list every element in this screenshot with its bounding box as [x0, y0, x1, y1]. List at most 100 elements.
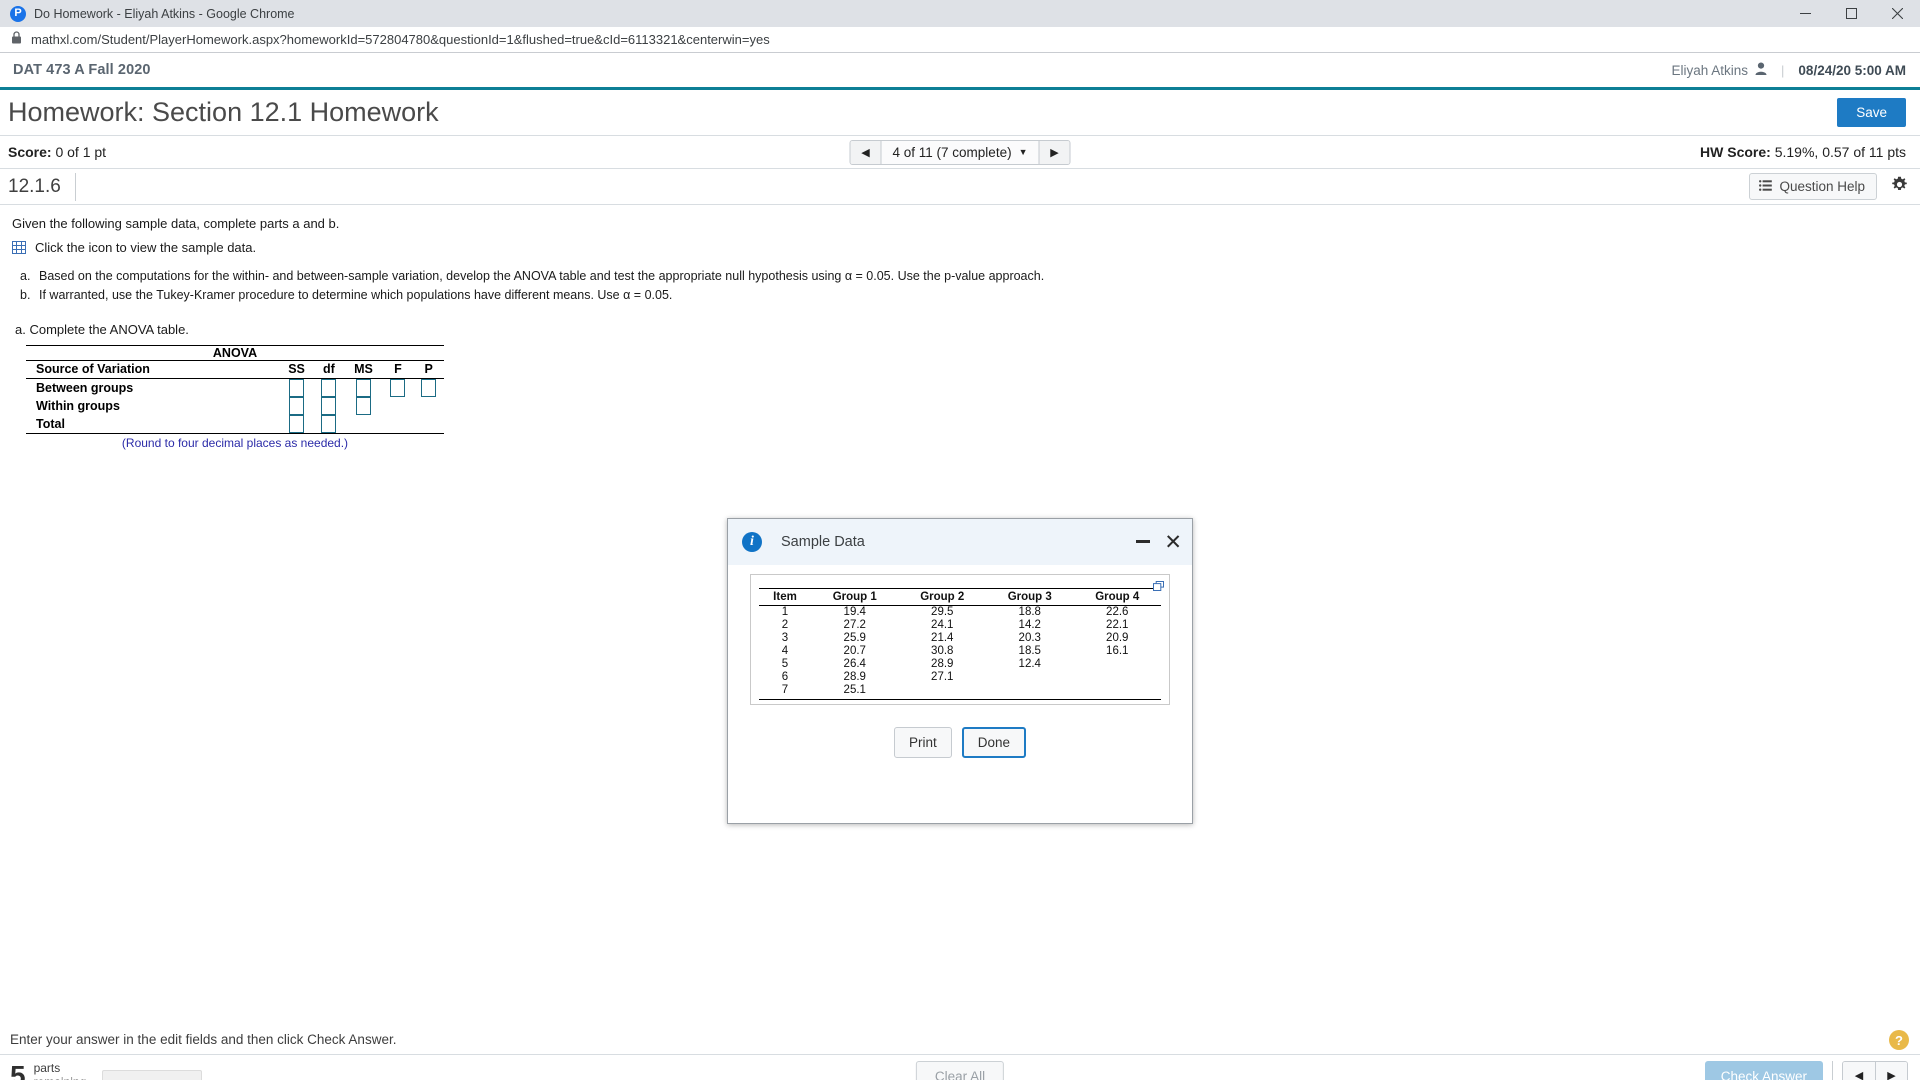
window-close-button[interactable] [1874, 0, 1920, 27]
dialog-titlebar: i Sample Data ✕ [728, 519, 1192, 565]
window-minimize-button[interactable] [1782, 0, 1828, 27]
cell-group4: 22.1 [1106, 619, 1129, 632]
table-row: Within groups [26, 396, 444, 415]
dialog-controls: ✕ [1136, 519, 1182, 565]
anova-cell-within-ms [344, 396, 382, 415]
anova-cell-total-p [413, 414, 444, 434]
answer-input-between-f[interactable] [390, 378, 406, 397]
sample-data-link-label[interactable]: Click the icon to view the sample data. [35, 240, 256, 255]
anova-cell-total-df [313, 414, 345, 434]
sample-data-link-row: Click the icon to view the sample data. [12, 240, 1908, 255]
close-icon[interactable]: ✕ [1164, 532, 1182, 553]
nav-next-button[interactable]: ▶ [1875, 1061, 1907, 1080]
question-number: 12.1.6 [8, 172, 76, 201]
question-mark-icon[interactable]: ? [1889, 1030, 1909, 1050]
question-body: Given the following sample data, complet… [0, 205, 1920, 450]
anova-cell-between-p [413, 378, 444, 397]
print-button[interactable]: Print [893, 727, 952, 759]
table-grid-icon[interactable] [12, 241, 26, 254]
browser-favicon: P [10, 5, 26, 22]
table-row: 3 25.9 21.4 20.3 20.9 [759, 632, 1161, 645]
table-row: 4 20.7 30.8 18.5 16.1 [759, 645, 1161, 658]
cell-group4 [1074, 658, 1162, 671]
nav-prev-button[interactable]: ◀ [1843, 1061, 1875, 1080]
cell-group2: 21.4 [931, 632, 954, 645]
parts-label-line1: parts [33, 1061, 61, 1076]
question-pager: ◀ 4 of 11 (7 complete) ▼ ▶ [849, 139, 1071, 165]
browser-address-bar[interactable]: mathxl.com/Student/PlayerHomework.aspx?h… [0, 27, 1920, 53]
url-text: mathxl.com/Student/PlayerHomework.aspx?h… [31, 32, 770, 47]
answer-input-total-ss[interactable] [289, 414, 305, 433]
cell-group1: 27.2 [843, 619, 866, 632]
cell-group1: 20.7 [843, 645, 866, 658]
answer-input-between-p[interactable] [421, 378, 437, 397]
question-help-button[interactable]: Question Help [1749, 173, 1877, 200]
cell-group4: 16.1 [1106, 645, 1129, 658]
progress-bar [102, 1069, 203, 1080]
table-row: 6 28.9 27.1 [759, 671, 1161, 684]
score-value: 0 of 1 pt [55, 144, 107, 160]
cell-item: 3 [781, 632, 789, 645]
lock-icon [11, 30, 22, 49]
answer-input-total-df[interactable] [321, 414, 337, 433]
gear-icon[interactable] [1891, 176, 1908, 198]
action-divider [1832, 1060, 1833, 1080]
anova-cell-total-ss [279, 414, 314, 434]
user-name[interactable]: Eliyah Atkins [1671, 63, 1748, 78]
cell-item: 5 [781, 658, 789, 671]
rounding-note: (Round to four decimal places as needed.… [121, 435, 349, 450]
action-bar: 5 parts remaining Clear All Check Answer… [0, 1055, 1920, 1080]
col-header-item: Item [759, 588, 811, 606]
anova-table: ANOVA Source of Variation SS df MS F P B… [26, 344, 444, 434]
answer-input-within-df[interactable] [321, 396, 337, 415]
anova-cell-total-f [382, 414, 414, 434]
answer-input-between-ms[interactable] [355, 378, 371, 397]
anova-cell-between-f [383, 378, 414, 397]
cell-group3: 18.8 [1018, 606, 1041, 619]
anova-table-wrapper: ANOVA Source of Variation SS df MS F P B… [26, 344, 444, 434]
app-header: DAT 473 A Fall 2020 Eliyah Atkins | 08/2… [0, 53, 1920, 90]
course-title: DAT 473 A Fall 2020 [13, 62, 151, 78]
cell-group3: 14.2 [1018, 619, 1041, 632]
cell-item: 2 [781, 619, 789, 632]
check-answer-button[interactable]: Check Answer [1704, 1060, 1823, 1080]
cell-group2: 30.8 [931, 645, 954, 658]
answer-input-within-ms[interactable] [355, 396, 371, 415]
browser-tab-title[interactable]: Do Homework - Eliyah Atkins - Google Chr… [34, 7, 295, 21]
cell-group1: 19.4 [843, 606, 866, 619]
answer-input-within-ss[interactable] [289, 396, 305, 415]
pager-prev-button[interactable]: ◀ [850, 140, 882, 164]
part-a-label: a. [20, 269, 31, 283]
list-icon [1759, 179, 1773, 194]
cell-group2: 28.9 [931, 658, 954, 671]
cell-group4: 20.9 [1106, 632, 1129, 645]
anova-cell-between-ss [279, 378, 313, 397]
window-maximize-button[interactable] [1828, 0, 1874, 27]
person-icon[interactable] [1755, 62, 1767, 78]
sample-data-dialog: i Sample Data ✕ Item Group 1 Group 2 Gro… [727, 518, 1193, 824]
pager-next-button[interactable]: ▶ [1038, 140, 1070, 164]
answer-input-between-df[interactable] [321, 378, 337, 397]
pager-dropdown[interactable]: 4 of 11 (7 complete) ▼ [881, 140, 1039, 164]
cell-group4: 22.6 [1106, 606, 1129, 619]
done-button[interactable]: Done [961, 727, 1027, 759]
header-datetime: 08/24/20 5:00 AM [1798, 62, 1906, 78]
question-help-label: Question Help [1779, 179, 1865, 194]
anova-cell-within-df [314, 396, 345, 415]
save-button[interactable]: Save [1837, 98, 1906, 127]
clear-all-button[interactable]: Clear All [915, 1060, 1005, 1080]
table-row: Total [26, 414, 444, 434]
parts-remaining-count: 5 [10, 1060, 26, 1080]
anova-cell-within-p [413, 397, 444, 415]
anova-row-label-total: Total [26, 414, 280, 434]
sample-data-body: 1 19.4 29.5 18.8 22.6 2 27.2 24.1 14.2 22.1 3 25.9 2… [759, 606, 1162, 701]
minimize-icon[interactable] [1136, 539, 1151, 543]
info-icon: i [742, 532, 762, 552]
cell-group2: 24.1 [931, 619, 954, 632]
copy-icon[interactable] [1153, 578, 1165, 591]
cell-group2: 27.1 [931, 671, 954, 684]
answer-input-between-ss[interactable] [289, 378, 305, 397]
cell-group4 [1074, 671, 1162, 684]
homework-title-row: Homework: Section 12.1 Homework Save [0, 90, 1920, 136]
pager-label-text: 4 of 11 (7 complete) [892, 144, 1012, 160]
